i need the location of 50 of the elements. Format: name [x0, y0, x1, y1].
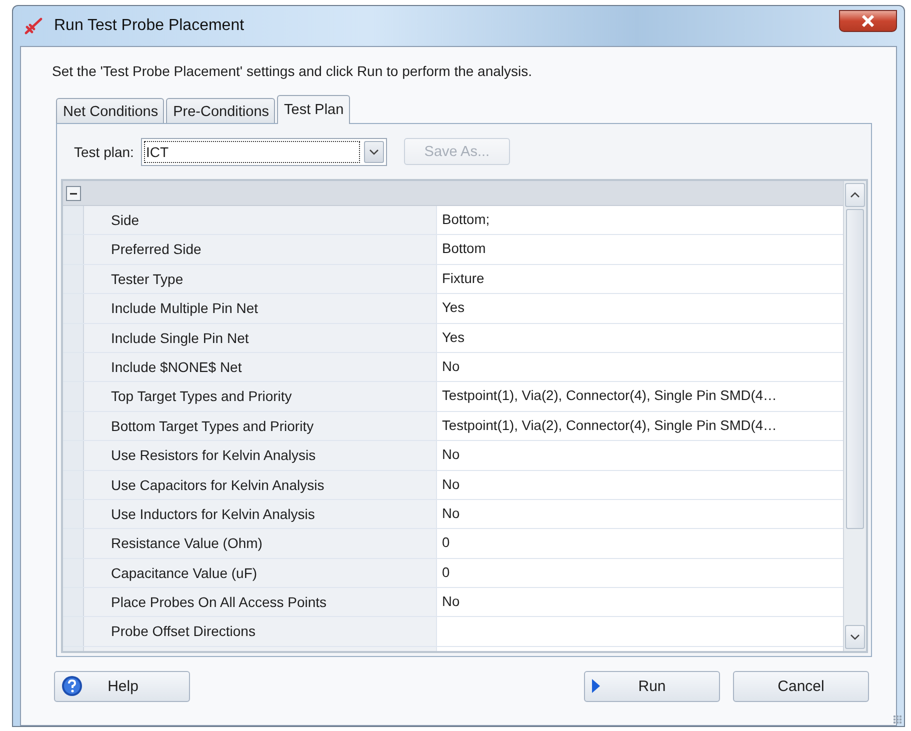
- property-value: Fixture: [441, 270, 486, 288]
- property-value: No: [441, 358, 461, 376]
- property-value: 0: [441, 564, 451, 582]
- help-icon: [61, 675, 83, 697]
- probe-icon: [22, 15, 44, 37]
- property-value: Testpoint(1), Via(2), Connector(4), Single Pin SMD(4…: [441, 416, 778, 435]
- test-plan-dropdown[interactable]: ICT: [140, 138, 387, 166]
- property-name: Top Target Types and Priority: [84, 382, 437, 411]
- close-button[interactable]: [839, 10, 897, 32]
- property-name: Bottom Target Types and Priority: [84, 412, 437, 440]
- property-name: Preferred Side: [84, 235, 437, 264]
- property-value: No: [441, 593, 461, 612]
- run-button[interactable]: Run: [584, 670, 720, 702]
- property-value: Testpoint(1), Via(2), Connector(4), Single Pin SMD(4…: [441, 387, 778, 406]
- property-name: Include $NONE$ Net: [84, 352, 437, 382]
- collapse-toggle[interactable]: [66, 186, 81, 200]
- resize-grip-icon[interactable]: [893, 715, 902, 724]
- tab[interactable]: Net Conditions: [56, 98, 164, 123]
- scrollbar[interactable]: [843, 181, 866, 651]
- property-name: Place Probes On All Access Points: [84, 588, 437, 616]
- scroll-thumb[interactable]: [846, 209, 864, 529]
- window-title: Run Test Probe Placement: [54, 17, 244, 35]
- property-name: Use Resistors for Kelvin Analysis: [84, 441, 437, 470]
- instruction-text: Set the 'Test Probe Placement' settings and click Run to perform the analysis.: [52, 63, 532, 79]
- scroll-up-icon[interactable]: [845, 183, 865, 207]
- property-value: No: [441, 504, 461, 523]
- help-button[interactable]: Help: [54, 670, 190, 702]
- property-name: Use Capacitors for Kelvin Analysis: [84, 470, 437, 499]
- property-name: Tester Type: [84, 264, 437, 294]
- tab[interactable]: Test Plan: [277, 95, 350, 124]
- field-label: Test plan:: [74, 144, 134, 160]
- play-icon: [591, 678, 601, 694]
- close-icon: [861, 15, 875, 27]
- property-name: Side: [84, 206, 437, 234]
- property-value: Bottom: [441, 240, 487, 258]
- property-value: No: [441, 476, 461, 494]
- cancel-button[interactable]: Cancel: [733, 670, 869, 702]
- scroll-down-icon[interactable]: [845, 625, 865, 649]
- property-name: Include Single Pin Net: [84, 324, 437, 352]
- property-name: Include Multiple Pin Net: [84, 294, 437, 323]
- property-value: Yes: [441, 299, 466, 318]
- property-value: No: [441, 446, 461, 464]
- property-name: Use Inductors for Kelvin Analysis: [84, 500, 437, 528]
- property-name: Capacitance Value (uF): [84, 558, 437, 588]
- property-name: Resistance Value (Ohm): [84, 529, 437, 558]
- tab[interactable]: Pre-Conditions: [166, 98, 276, 123]
- property-value: 0: [441, 534, 451, 552]
- property-value: Bottom;: [441, 211, 491, 229]
- property-value: Yes: [441, 328, 466, 347]
- property-name: Probe Offset Directions: [84, 617, 437, 646]
